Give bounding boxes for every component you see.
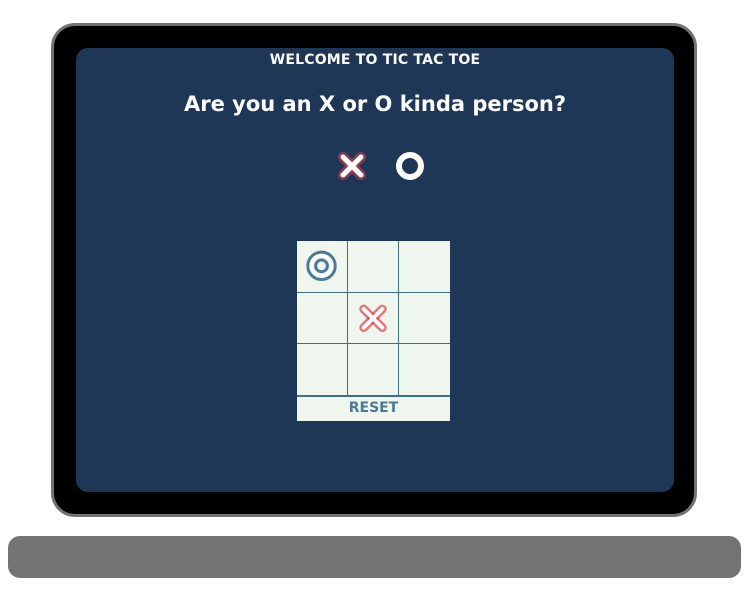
board-cell[interactable]: [297, 241, 348, 293]
board-cell[interactable]: [399, 293, 450, 345]
choose-o-button[interactable]: [392, 148, 428, 184]
board-cell[interactable]: [348, 292, 399, 345]
board-cell[interactable]: [399, 241, 450, 293]
o-mark-icon: [396, 152, 424, 180]
player-choice-question: Are you an X or O kinda person?: [183, 92, 567, 116]
o-mark-icon: [306, 250, 337, 282]
board-cell[interactable]: [348, 344, 399, 396]
game-board: [297, 241, 450, 396]
game-screen: WELCOME TO TIC TAC TOE Are you an X or O…: [76, 48, 674, 492]
board-cell[interactable]: [348, 241, 399, 293]
x-mark-icon: [359, 304, 387, 332]
reset-button[interactable]: RESET: [297, 396, 450, 421]
x-mark-icon: [338, 152, 366, 180]
board-cell[interactable]: [297, 292, 348, 345]
board-cell[interactable]: [399, 344, 450, 396]
choose-x-button[interactable]: [334, 148, 370, 184]
board-cell[interactable]: [297, 344, 348, 396]
laptop-base: [8, 536, 741, 578]
welcome-title: WELCOME TO TIC TAC TOE: [269, 52, 481, 68]
